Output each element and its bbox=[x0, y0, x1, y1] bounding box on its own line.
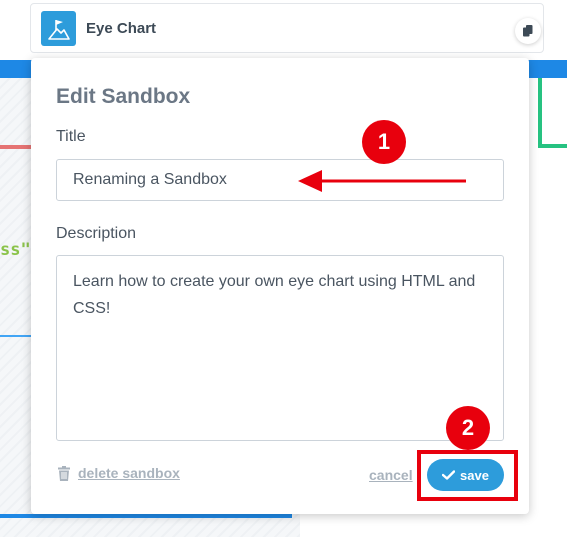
sandbox-header: Eye Chart bbox=[30, 3, 544, 53]
description-textarea[interactable]: Learn how to create your own eye chart u… bbox=[56, 255, 504, 441]
title-label: Title bbox=[56, 128, 86, 145]
trash-icon bbox=[58, 465, 70, 481]
delete-sandbox-link[interactable]: delete sandbox bbox=[58, 465, 180, 481]
delete-sandbox-label: delete sandbox bbox=[78, 465, 180, 481]
background-preview-frame bbox=[538, 78, 567, 148]
flag-on-hill-icon bbox=[41, 11, 76, 46]
description-label: Description bbox=[56, 225, 137, 242]
modal-title: Edit Sandbox bbox=[56, 85, 191, 108]
copy-icon bbox=[523, 25, 533, 37]
background-bottom-bar bbox=[0, 514, 292, 518]
sandbox-title[interactable]: Eye Chart bbox=[86, 20, 156, 37]
step-1-badge: 1 bbox=[362, 120, 406, 164]
step-2-badge: 2 bbox=[446, 406, 490, 450]
copy-button[interactable] bbox=[515, 18, 541, 44]
save-highlight-box bbox=[417, 450, 518, 501]
background-code-fragment: ss" bbox=[0, 240, 31, 260]
arrow-annotation bbox=[298, 170, 466, 192]
cancel-link[interactable]: cancel bbox=[369, 467, 413, 483]
